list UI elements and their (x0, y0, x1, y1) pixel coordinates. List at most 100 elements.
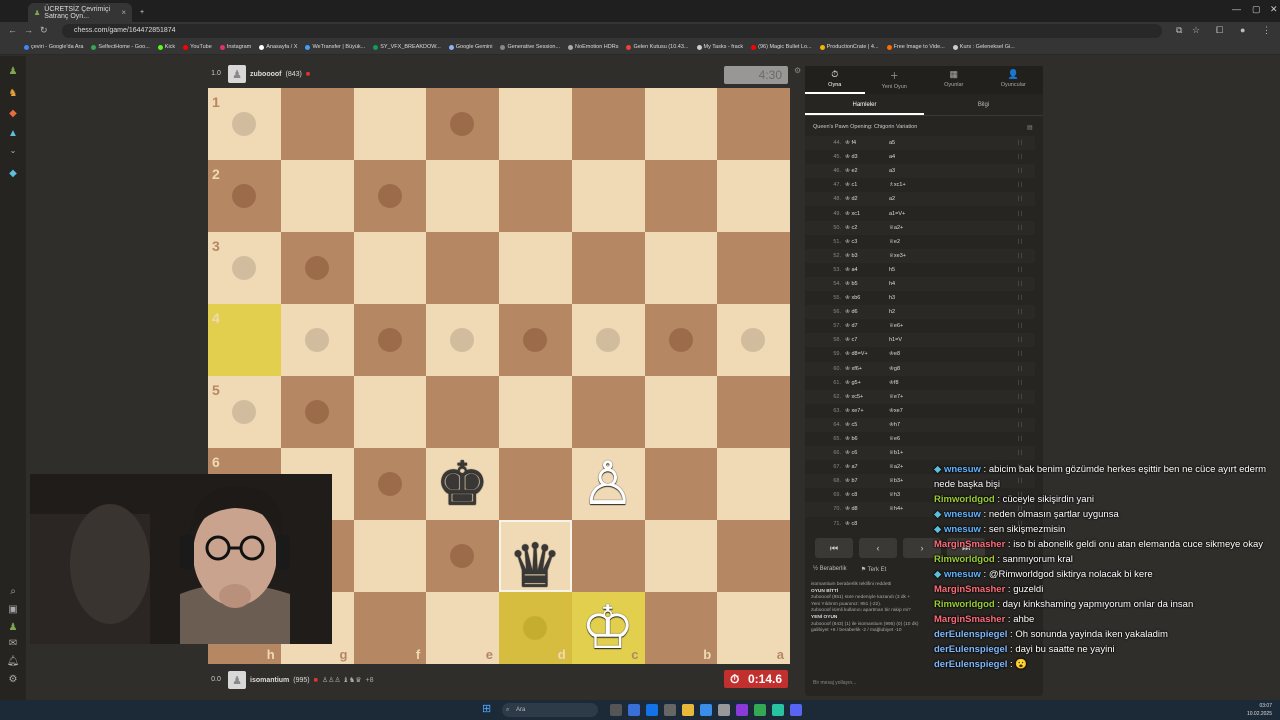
bookmark-item[interactable]: çeviri - Google'da Ara (24, 44, 83, 50)
board-square[interactable] (499, 304, 572, 376)
white-move[interactable]: ♔ c1 (845, 182, 889, 188)
app-icon[interactable] (646, 704, 658, 716)
white-move[interactable]: ♔ d7 (845, 323, 889, 329)
board-square[interactable] (499, 448, 572, 520)
board-square[interactable] (426, 520, 499, 592)
discord-icon[interactable] (790, 704, 802, 716)
white-move[interactable]: ♔ a4 (845, 267, 889, 273)
white-pawn-piece[interactable]: ♙ (572, 448, 644, 520)
app-icon[interactable] (700, 704, 712, 716)
board-square[interactable]: d (499, 592, 572, 664)
more-chevron-icon[interactable]: ⌄ (6, 146, 20, 158)
browser-tab[interactable]: ♟ ÜCRETSİZ Çevrimiçi Satranç Oyn... × (28, 3, 132, 22)
app-icon[interactable] (736, 704, 748, 716)
taskbar-search[interactable]: ⌕ Ara (502, 703, 598, 717)
white-move[interactable]: ♔ c8 (845, 492, 889, 498)
folder-icon[interactable] (682, 704, 694, 716)
notifications-icon[interactable]: 🔔︎ (6, 656, 20, 668)
board-square[interactable] (499, 376, 572, 448)
search-icon[interactable]: ⌕ (6, 586, 20, 598)
board-square[interactable] (426, 160, 499, 232)
bookmark-item[interactable]: Instagram (219, 44, 251, 50)
first-move-button[interactable]: ⏮ (815, 538, 853, 558)
panel-tab[interactable]: 👤 Oyuncular (984, 66, 1044, 94)
user-icon[interactable]: ▣ (6, 604, 20, 616)
black-move[interactable]: h4 (889, 281, 969, 287)
panel-subtab[interactable]: Hamleler (805, 96, 924, 115)
board-square[interactable] (644, 304, 718, 376)
board-square[interactable] (717, 232, 790, 304)
white-move[interactable]: ♔ b3 (845, 253, 889, 259)
board-square[interactable] (717, 520, 790, 592)
reload-icon[interactable]: ↻ (40, 25, 48, 36)
board-square[interactable] (644, 448, 718, 520)
bookmark-item[interactable]: ProductionCrate | 4... (819, 44, 879, 50)
board-square[interactable] (353, 88, 427, 160)
white-move[interactable]: ♔ b6 (845, 436, 889, 442)
bookmark-item[interactable]: My Tasks - frack (696, 44, 743, 50)
white-move[interactable]: ♔ c7 (845, 337, 889, 343)
app-icon[interactable] (772, 704, 784, 716)
board-square[interactable] (353, 448, 427, 520)
board-square[interactable] (426, 304, 499, 376)
panel-tab[interactable]: ▦ Oyunlar (924, 66, 984, 94)
profile-icon[interactable]: ● (1240, 25, 1245, 35)
white-move[interactable]: ♔ f4 (845, 140, 889, 146)
white-move[interactable]: ♔ d2 (845, 196, 889, 202)
board-square[interactable] (353, 304, 427, 376)
diamond-icon[interactable]: ◆ (6, 168, 20, 180)
new-tab-button[interactable]: + (134, 3, 148, 22)
white-move[interactable]: ♔ d8 (845, 506, 889, 512)
chess-logo-icon[interactable]: ♟ (6, 66, 20, 78)
bookmark-item[interactable]: Kick (157, 44, 175, 50)
black-move[interactable]: ♔xe7 (889, 408, 969, 414)
board-square[interactable] (280, 304, 354, 376)
white-move[interactable]: ♔ xc5+ (845, 394, 889, 400)
black-move[interactable]: ♔f8 (889, 380, 969, 386)
black-move[interactable]: ♕e6 (889, 436, 969, 442)
board-square[interactable] (571, 88, 645, 160)
black-move[interactable]: a2 (889, 196, 969, 202)
app-icon[interactable] (628, 704, 640, 716)
maximize-icon[interactable]: ▢ (1252, 4, 1261, 15)
bookmark-item[interactable]: Anasayfa / X (259, 44, 297, 50)
board-square[interactable] (426, 376, 499, 448)
panel-tab[interactable]: ⏱ Oyna (805, 66, 865, 94)
board-square[interactable] (717, 304, 790, 376)
board-square[interactable]: 2 (208, 160, 281, 232)
draw-button[interactable]: ½ Beraberlik (813, 566, 847, 573)
white-move[interactable]: ♔ a7 (845, 464, 889, 470)
url-field[interactable]: chess.com/game/164472851874 (62, 24, 1162, 38)
board-square[interactable] (353, 376, 427, 448)
white-move[interactable]: ♔ d3 (845, 154, 889, 160)
white-move[interactable]: ♔ c2 (845, 225, 889, 231)
board-square[interactable] (717, 376, 790, 448)
play-icon[interactable]: ♞ (6, 88, 20, 100)
black-move[interactable]: ♕a2+ (889, 225, 969, 231)
bookmark-item[interactable]: Free Image to Vide... (886, 44, 945, 50)
extensions-icon[interactable]: ⧠ (1216, 25, 1223, 36)
black-move[interactable]: ♔e8 (889, 351, 969, 357)
board-square[interactable] (499, 160, 572, 232)
black-move[interactable]: a4 (889, 154, 969, 160)
board-square[interactable]: e (426, 592, 499, 664)
install-icon[interactable]: ⧉ (1176, 25, 1182, 36)
panel-tab[interactable]: ＋ Yeni Oyun (865, 66, 925, 94)
forward-icon[interactable]: → (24, 25, 33, 35)
board-square[interactable] (571, 520, 645, 592)
close-window-icon[interactable]: ✕ (1270, 4, 1278, 15)
board-settings-icon[interactable]: ⚙ (794, 66, 801, 75)
board-square[interactable] (426, 232, 499, 304)
white-move[interactable]: ♔ c3 (845, 239, 889, 245)
black-move[interactable]: h5 (889, 267, 969, 273)
learn-icon[interactable]: ▲ (6, 128, 20, 140)
black-move[interactable]: ♕e6+ (889, 323, 969, 329)
board-square[interactable] (717, 160, 790, 232)
board-square[interactable] (499, 88, 572, 160)
minimize-icon[interactable]: — (1232, 4, 1241, 14)
bookmark-item[interactable]: YouTube (183, 44, 212, 50)
black-move[interactable]: a5 (889, 140, 969, 146)
white-move[interactable]: ♔ xb6 (845, 295, 889, 301)
friends-icon[interactable]: ♟ (6, 622, 20, 634)
board-square[interactable] (571, 232, 645, 304)
